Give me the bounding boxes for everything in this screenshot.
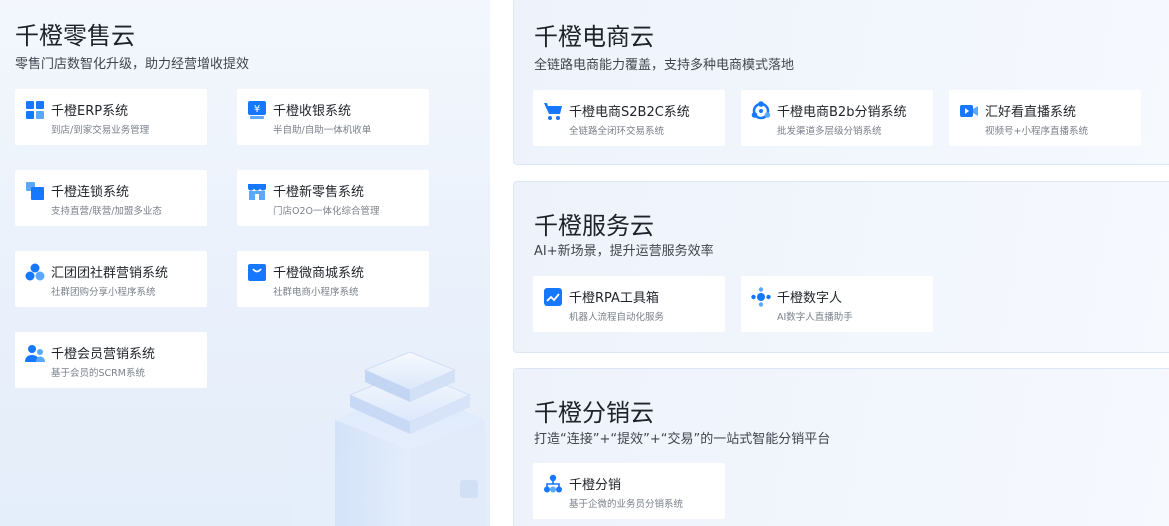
product-desc: 视频号+小程序直播系统 — [985, 126, 1088, 137]
product-card-s2b2c[interactable]: 千橙电商S2B2C系统 全链路全闭环交易系统 — [533, 90, 725, 146]
product-name: 千橙电商B2b分销系统 — [777, 105, 907, 120]
storefront-icon — [247, 181, 267, 201]
ecommerce-cloud-title: 千橙电商云 — [534, 23, 654, 51]
product-card-live-stream[interactable]: 汇好看直播系统 视频号+小程序直播系统 — [949, 90, 1141, 146]
product-card-digital-human[interactable]: 千橙数字人 AI数字人直播助手 — [741, 276, 933, 332]
chain-store-icon — [25, 181, 45, 201]
distribution-cloud-subtitle: 打造“连接”+“提效”+“交易”的一站式智能分销平台 — [534, 432, 831, 447]
product-desc: 基于会员的SCRM系统 — [51, 368, 145, 379]
product-name: 千橙RPA工具箱 — [569, 291, 659, 306]
product-name: 千橙会员营销系统 — [51, 347, 156, 362]
svg-text:¥: ¥ — [254, 104, 260, 115]
shopping-cart-icon — [543, 101, 563, 121]
product-name: 千橙电商S2B2C系统 — [569, 105, 690, 120]
server-cube-illustration — [290, 351, 485, 526]
product-card-distribution[interactable]: 千橙分销 基于企微的业务员分销系统 — [533, 463, 725, 519]
product-card-chain[interactable]: 千橙连锁系统 支持直营/联营/加盟多业态 — [15, 170, 207, 226]
community-icon — [25, 262, 45, 282]
service-cloud-title: 千橙服务云 — [534, 212, 654, 240]
product-desc: 全链路全闭环交易系统 — [569, 126, 665, 137]
retail-cloud-title: 千橙零售云 — [15, 22, 135, 50]
product-card-micro-mall[interactable]: 千橙微商城系统 社群电商小程序系统 — [237, 251, 429, 307]
product-card-b2b-distribution[interactable]: 千橙电商B2b分销系统 批发渠道多层级分销系统 — [741, 90, 933, 146]
product-desc: 基于企微的业务员分销系统 — [569, 499, 684, 510]
service-cloud-section: 千橙服务云 AI+新场景，提升运营服务效率 千橙RPA工具箱 机器人流程自动化服… — [513, 181, 1169, 353]
cash-register-icon: ¥ — [247, 100, 267, 120]
product-desc: 社群电商小程序系统 — [273, 287, 359, 298]
product-desc: 半自助/自助一体机收单 — [273, 125, 372, 136]
distribution-network-icon — [751, 101, 771, 121]
product-desc: AI数字人直播助手 — [777, 312, 853, 323]
ecommerce-cloud-section: 千橙电商云 全链路电商能力覆盖，支持多种电商模式落地 千橙电商S2B2C系统 全… — [513, 0, 1169, 165]
shopping-bag-icon — [247, 262, 267, 282]
product-name: 千橙分销 — [569, 478, 622, 493]
product-name: 千橙微商城系统 — [273, 266, 365, 281]
product-name: 千橙新零售系统 — [273, 185, 365, 200]
product-desc: 门店O2O一体化综合管理 — [273, 206, 380, 217]
product-name: 千橙数字人 — [777, 291, 843, 306]
members-icon — [25, 343, 45, 363]
ecommerce-cloud-subtitle: 全链路电商能力覆盖，支持多种电商模式落地 — [534, 58, 795, 73]
product-name: 千橙连锁系统 — [51, 185, 130, 200]
product-desc: 机器人流程自动化服务 — [569, 312, 665, 323]
product-desc: 社群团购分享小程序系统 — [51, 287, 156, 298]
product-name: 千橙ERP系统 — [51, 104, 129, 119]
trend-chart-icon — [543, 287, 563, 307]
service-cloud-subtitle: AI+新场景，提升运营服务效率 — [534, 244, 714, 259]
product-name: 汇好看直播系统 — [985, 105, 1077, 120]
product-card-cashier[interactable]: ¥ 千橙收银系统 半自助/自助一体机收单 — [237, 89, 429, 145]
distribution-cloud-section: 千橙分销云 打造“连接”+“提效”+“交易”的一站式智能分销平台 千橙分销 基于… — [513, 368, 1169, 526]
product-name: 汇团团社群营销系统 — [51, 266, 169, 281]
product-desc: 到店/到家交易业务管理 — [51, 125, 150, 136]
distribution-cloud-title: 千橙分销云 — [534, 399, 654, 427]
product-card-members[interactable]: 千橙会员营销系统 基于会员的SCRM系统 — [15, 332, 207, 388]
product-card-erp[interactable]: 千橙ERP系统 到店/到家交易业务管理 — [15, 89, 207, 145]
product-desc: 支持直营/联营/加盟多业态 — [51, 206, 162, 217]
product-desc: 批发渠道多层级分销系统 — [777, 126, 882, 137]
hierarchy-icon — [543, 474, 563, 494]
retail-cloud-panel: 千橙零售云 零售门店数智化升级，助力经营增收提效 千橙ERP系统 到店/到家交易… — [0, 0, 490, 526]
grid-icon — [25, 100, 45, 120]
product-card-community[interactable]: 汇团团社群营销系统 社群团购分享小程序系统 — [15, 251, 207, 307]
product-card-rpa[interactable]: 千橙RPA工具箱 机器人流程自动化服务 — [533, 276, 725, 332]
live-video-icon — [959, 101, 979, 121]
retail-cloud-subtitle: 零售门店数智化升级，助力经营增收提效 — [15, 57, 250, 72]
product-card-new-retail[interactable]: 千橙新零售系统 门店O2O一体化综合管理 — [237, 170, 429, 226]
product-name: 千橙收银系统 — [273, 104, 352, 119]
digital-human-icon — [751, 287, 771, 307]
